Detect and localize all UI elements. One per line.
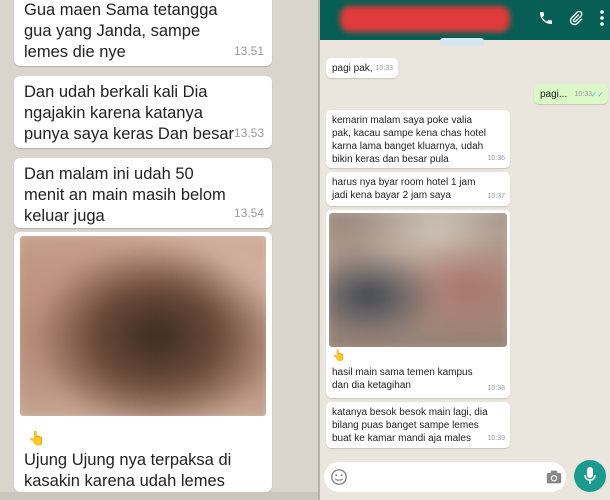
message-text: Ujung Ujung nya terpaksa di kasakin kare… (24, 451, 232, 490)
message-time: 13.51 (233, 44, 264, 58)
read-receipt-icon: ✓✓ (590, 90, 604, 99)
message-text: pagi pak, (332, 63, 373, 74)
message-time: 10:37 (487, 193, 505, 200)
pointing-hand-icon: 👆 (28, 430, 46, 446)
bottom-strip (0, 492, 318, 500)
message-bubble: kemarin malam saya poke valia pak, kacau… (326, 110, 510, 168)
message-text: katanya besok besok main lagi, dia bilan… (332, 407, 488, 444)
message-time: 13.54 (233, 206, 264, 220)
message-bubble: pagi pak, 10:33 (326, 58, 398, 78)
message-input[interactable] (324, 462, 566, 492)
left-chat-screenshot: Gua maen Sama tetangga gua yang Janda, s… (0, 0, 318, 500)
message-text: Gua maen Sama tetangga gua yang Janda, s… (24, 1, 218, 61)
message-time: 10:33 (375, 65, 393, 72)
more-vert-icon[interactable] (592, 10, 610, 30)
pointing-hand-icon: 👆 (332, 350, 346, 362)
camera-icon[interactable] (546, 469, 562, 490)
date-chip (440, 38, 484, 46)
message-bubble: katanya besok besok main lagi, dia bilan… (326, 402, 510, 448)
message-text: harus nya byar room hotel 1 jam jadi ken… (332, 177, 476, 201)
message-text: pagi... (540, 89, 568, 100)
blurred-photo[interactable] (20, 236, 266, 416)
message-text: Dan malam ini udah 50 menit an main masi… (24, 165, 226, 225)
emoji-icon[interactable] (330, 468, 348, 491)
message-time: 13.53 (233, 126, 264, 140)
right-chat-screenshot: pagi pak, 10:33 pagi... 10:33 ✓✓ kemarin… (320, 0, 610, 500)
message-bubble-outgoing: pagi... 10:33 ✓✓ (534, 84, 608, 104)
paperclip-icon[interactable] (566, 10, 586, 30)
phone-icon[interactable] (536, 10, 556, 30)
mic-button[interactable] (574, 460, 606, 492)
message-text: kemarin malam saya poke valia pak, kacau… (332, 115, 486, 165)
message-bubble: Dan malam ini udah 50 menit an main masi… (14, 158, 272, 228)
message-time: 10:38 (487, 385, 505, 392)
message-bubble: Dan udah berkali kali Dia ngajakin karen… (14, 76, 272, 148)
chat-header (320, 0, 610, 40)
message-bubble: harus nya byar room hotel 1 jam jadi ken… (326, 172, 510, 206)
message-text: Dan udah berkali kali Dia ngajakin karen… (24, 83, 235, 143)
blurred-photo[interactable] (329, 213, 507, 347)
photo-message-bubble: 👆 Ujung Ujung nya terpaksa di kasakin ka… (14, 232, 272, 492)
message-time: 10:33 (574, 91, 592, 98)
message-time: 10:39 (487, 435, 505, 442)
mic-icon (584, 467, 596, 490)
message-time: 10:36 (487, 155, 505, 162)
message-text: hasil main sama temen kampus dan dia ket… (332, 367, 473, 391)
redacted-contact-name (340, 6, 510, 32)
message-bubble: Gua maen Sama tetangga gua yang Janda, s… (14, 0, 272, 66)
photo-message-bubble: 👆 hasil main sama temen kampus dan dia k… (326, 210, 510, 398)
